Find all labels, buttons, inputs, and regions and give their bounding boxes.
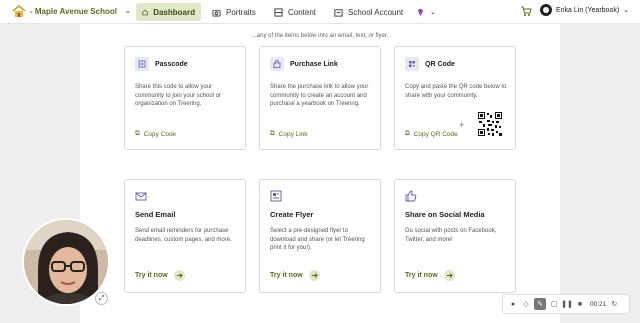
shopping-bag-icon [270,57,284,71]
passcode-icon [135,57,149,71]
main-panel: ...any of the items below into an email,… [80,24,560,323]
arrow-right-icon [308,270,320,281]
flyer-icon [270,190,282,202]
stop-icon[interactable]: ■ [575,299,585,309]
pause-icon[interactable]: ❚❚ [561,299,573,309]
copy-icon: ⧉ [405,130,410,137]
record-dot-icon[interactable]: ● [508,299,518,309]
qr-code-description: Copy and paste the QR code below to shar… [405,84,507,99]
qr-code-card: QR Code Copy and paste the QR code below… [394,46,516,150]
avatar [540,4,552,16]
social-media-try-button[interactable]: Try it now [405,270,455,281]
eraser-icon[interactable]: ◇ [521,299,531,309]
social-media-card: Share on Social Media Go social with pos… [394,179,516,293]
nav-portraits[interactable]: Portraits [206,3,262,21]
restart-icon[interactable]: ↻ [609,299,619,309]
email-icon [135,192,147,201]
copy-code-label: Copy Code [143,130,177,138]
recording-timer: 00:21 [590,300,607,308]
purchase-link-title: Purchase Link [290,61,338,68]
chevron-down-icon: ⌄ [124,8,131,15]
send-email-try-label: Try it now [135,272,168,279]
copy-icon: ⧉ [270,130,275,137]
create-flyer-try-button[interactable]: Try it now [270,270,320,281]
copy-qr-code-button[interactable]: ⧉ Copy QR Code [405,130,458,138]
recorder-toolbar: ● ◇ ✎ ▢ ❚❚ ■ 00:21 ↻ [502,294,630,314]
section-subtitle: ...any of the items below into an email,… [251,33,389,39]
school-account-icon [334,8,343,17]
user-name: Erika Lin (Yearbook) [556,6,620,14]
copy-link-button[interactable]: ⧉ Copy Link [270,130,308,138]
top-nav: - Maple Avenue School ⌄ Dashboard Portra… [0,0,640,24]
send-email-try-button[interactable]: Try it now [135,270,185,281]
create-flyer-try-label: Try it now [270,272,303,279]
passcode-card: Passcode Share this code to allow your c… [124,46,246,150]
thumbs-up-icon [405,190,417,202]
home-icon [142,9,148,15]
expand-webcam-button[interactable]: ⤢ [95,292,108,305]
school-name: - Maple Avenue School [30,6,117,16]
school-house-icon [12,5,26,17]
send-email-title: Send Email [135,210,176,219]
create-flyer-card: Create Flyer Select a pre-designed flyer… [259,179,381,293]
nav-portraits-label: Portraits [226,7,256,17]
content-grid-icon [274,7,283,17]
copy-icon: ⧉ [135,130,140,137]
arrow-right-icon [173,270,185,281]
social-media-title: Share on Social Media [405,210,485,219]
chevron-down-icon: ⌄ [623,7,630,14]
passcode-title: Passcode [155,61,188,68]
qr-code-icon [405,57,419,71]
create-flyer-title: Create Flyer [270,210,314,219]
social-media-description: Go social with posts on Facebook, Twitte… [405,228,497,243]
crosshair-cursor-icon: + [459,120,465,130]
purchase-link-description: Share the purchase link to allow your co… [270,84,369,107]
camera-icon [212,9,221,17]
purchase-link-card: Purchase Link Share the purchase link to… [259,46,381,150]
social-media-try-label: Try it now [405,272,438,279]
qr-code-image [478,112,502,136]
nav-extra-menu[interactable]: ⌄ [410,3,442,21]
passcode-description: Share this code to allow your community … [135,84,222,107]
arrow-right-icon [443,270,455,281]
nav-content-label: Content [288,7,317,17]
gem-icon [417,8,424,16]
chevron-down-icon: ⌄ [430,9,436,16]
nav-school-account[interactable]: School Account [328,3,409,21]
send-email-description: Send email reminders for purchase deadli… [135,228,232,243]
copy-qr-code-label: Copy QR Code [413,130,458,138]
send-email-card: Send Email Send email reminders for purc… [124,179,246,293]
expand-icon: ⤢ [98,294,105,302]
comment-icon[interactable]: ▢ [549,299,559,309]
nav-dashboard[interactable]: Dashboard [136,3,201,21]
school-switcher[interactable]: - Maple Avenue School ⌄ [12,4,131,18]
qr-code-title: QR Code [425,61,455,68]
pen-icon[interactable]: ✎ [534,298,546,310]
copy-code-button[interactable]: ⧉ Copy Code [135,130,176,138]
copy-link-label: Copy Link [278,130,308,138]
nav-content[interactable]: Content [268,3,322,21]
cart-icon[interactable] [520,5,532,17]
nav-school-account-label: School Account [348,7,404,17]
nav-dashboard-label: Dashboard [153,7,195,17]
user-menu[interactable]: Erika Lin (Yearbook) ⌄ [540,4,629,16]
create-flyer-description: Select a pre-designed flyer to download … [270,228,365,251]
